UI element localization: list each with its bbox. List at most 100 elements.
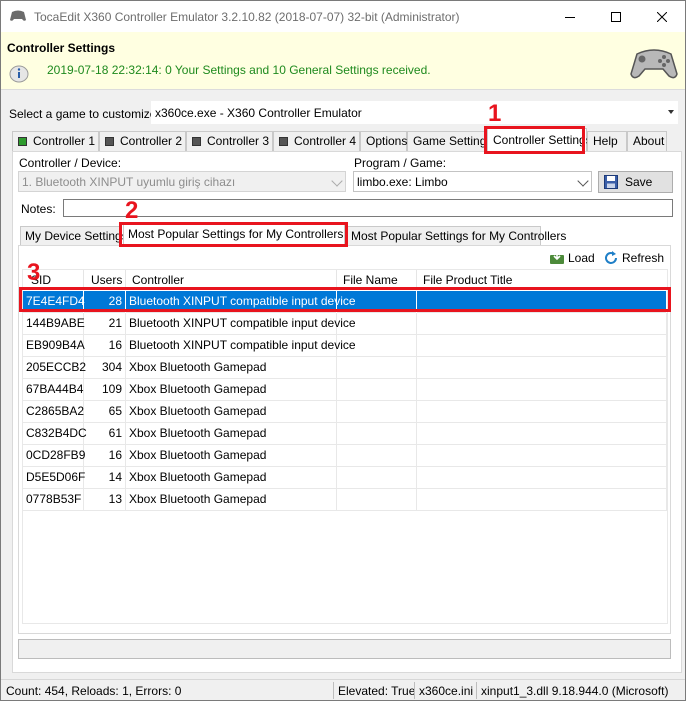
cell-users: 109 [84, 379, 126, 401]
load-icon [550, 251, 564, 264]
cell-users: 21 [84, 313, 126, 335]
cell-sid: D5E5D06F [23, 467, 85, 489]
cell-file [337, 423, 417, 445]
program-select[interactable]: limbo.exe: Limbo [353, 171, 592, 192]
game-select[interactable]: x360ce.exe - X360 Controller Emulator [151, 101, 678, 124]
cell-title [417, 335, 667, 357]
cell-title [417, 423, 667, 445]
column-header-file-product-title[interactable]: File Product Title [423, 273, 512, 287]
cell-file [337, 489, 417, 511]
save-button[interactable]: Save [598, 171, 673, 193]
chevron-down-icon [577, 175, 589, 187]
cell-title [417, 445, 667, 467]
table-row[interactable]: EB909B4A 16 Bluetooth XINPUT compatible in… [23, 335, 667, 357]
table-row[interactable]: C832B4DC 61 Xbox Bluetooth Gamepad [23, 423, 667, 445]
table-row[interactable]: C2865BA2 65 Xbox Bluetooth Gamepad [23, 401, 667, 423]
banner-message: 2019-07-18 22:32:14: 0 Your Settings and… [47, 63, 431, 77]
tab-options[interactable]: Options [360, 131, 407, 152]
cell-sid: 67BA44B4 [23, 379, 84, 401]
cell-controller: Xbox Bluetooth Gamepad [126, 379, 337, 401]
notes-field[interactable] [63, 199, 673, 217]
annotation-number-3: 3 [27, 259, 41, 286]
cell-controller: Xbox Bluetooth Gamepad [126, 489, 337, 511]
app-window: TocaEdit X360 Controller Emulator 3.2.10… [0, 0, 686, 701]
cell-sid: C2865BA2 [23, 401, 84, 423]
table-row[interactable]: 144B9ABE 21 Bluetooth XINPUT compatible in… [23, 313, 667, 335]
tab-my-device-settings[interactable]: My Device Settings [20, 226, 128, 246]
cell-title [417, 313, 667, 335]
status-ini-file: x360ce.ini [419, 684, 474, 698]
cell-controller: Bluetooth XINPUT compatible input device [126, 313, 356, 335]
cell-title [417, 489, 667, 511]
tab-controller-4[interactable]: Controller 4 [273, 131, 360, 152]
cell-file [337, 401, 417, 423]
table-row[interactable]: 67BA44B4 109 Xbox Bluetooth Gamepad [23, 379, 667, 401]
save-icon [604, 175, 618, 189]
chevron-down-icon [668, 110, 674, 114]
annotation-box-3 [19, 287, 671, 312]
cell-users: 14 [84, 467, 126, 489]
device-select-value: 1. Bluetooth XINPUT uyumlu giriş cihazı [22, 175, 236, 189]
load-button[interactable]: Load [549, 249, 599, 267]
status-elevated: Elevated: True [338, 684, 416, 698]
tab-controller-2[interactable]: Controller 2 [99, 131, 186, 152]
table-row[interactable]: 0778B53F 13 Xbox Bluetooth Gamepad [23, 489, 667, 511]
cell-file [337, 313, 417, 335]
annotation-box-2 [119, 222, 348, 247]
column-header-controller[interactable]: Controller [132, 273, 184, 287]
status-dll-version: xinput1_3.dll 9.18.944.0 (Microsoft) [481, 684, 669, 698]
tab-about[interactable]: About [627, 131, 667, 152]
tab-controller-3[interactable]: Controller 3 [186, 131, 273, 152]
cell-title [417, 379, 667, 401]
tab-game-settings[interactable]: Game Settings [407, 131, 492, 152]
cell-sid: 205ECCB2 [23, 357, 86, 379]
refresh-icon [605, 251, 617, 264]
controller-status-icon [279, 137, 288, 146]
cell-file [337, 379, 417, 401]
controller-status-icon [192, 137, 201, 146]
gamepad-logo-icon [630, 49, 678, 79]
cell-users: 304 [84, 357, 126, 379]
tab-help[interactable]: Help [587, 131, 627, 152]
minimize-button[interactable] [547, 1, 593, 32]
cell-title [417, 357, 667, 379]
tab-controller-1[interactable]: Controller 1 [12, 131, 99, 152]
cell-controller: Xbox Bluetooth Gamepad [126, 401, 337, 423]
maximize-icon [611, 11, 621, 22]
column-header-users[interactable]: Users [91, 273, 122, 287]
header-banner: Controller Settings 2019-07-18 22:32:14:… [1, 32, 685, 90]
table-row[interactable]: D5E5D06F 14 Xbox Bluetooth Gamepad [23, 467, 667, 489]
cell-sid: 144B9ABE [23, 313, 85, 335]
cell-sid: EB909B4A [23, 335, 85, 357]
cell-controller: Xbox Bluetooth Gamepad [126, 467, 337, 489]
cell-users: 61 [84, 423, 126, 445]
banner-title: Controller Settings [7, 41, 116, 55]
column-header-file-name[interactable]: File Name [343, 273, 398, 287]
settings-grid: SID Users Controller File Name File Prod… [22, 269, 668, 624]
chevron-down-icon [331, 175, 343, 187]
cell-title [417, 467, 667, 489]
close-button[interactable] [639, 1, 685, 32]
device-select[interactable]: 1. Bluetooth XINPUT uyumlu giriş cihazı [18, 171, 346, 192]
cell-users: 16 [84, 445, 126, 467]
table-row[interactable]: 0CD28FB9 16 Xbox Bluetooth Gamepad [23, 445, 667, 467]
controller-status-icon [105, 137, 114, 146]
maximize-button[interactable] [593, 1, 639, 32]
annotation-box-1 [484, 126, 585, 154]
cell-sid: 0CD28FB9 [23, 445, 85, 467]
cell-file [337, 335, 417, 357]
game-select-value: x360ce.exe - X360 Controller Emulator [155, 106, 362, 120]
refresh-button[interactable]: Refresh [603, 249, 665, 267]
controller-status-icon [18, 137, 27, 146]
tab-most-popular-settings[interactable]: Most Popular Settings for My Controllers [346, 226, 566, 246]
cell-controller: Bluetooth XINPUT compatible input device [126, 335, 356, 357]
program-select-value: limbo.exe: Limbo [357, 175, 448, 189]
minimize-icon [565, 16, 575, 18]
table-row[interactable]: 205ECCB2 304 Xbox Bluetooth Gamepad [23, 357, 667, 379]
cell-title [417, 401, 667, 423]
program-label: Program / Game: [354, 156, 447, 170]
cell-file [337, 467, 417, 489]
cell-sid: C832B4DC [23, 423, 87, 445]
window-title: TocaEdit X360 Controller Emulator 3.2.10… [34, 10, 460, 24]
info-icon [9, 65, 29, 83]
